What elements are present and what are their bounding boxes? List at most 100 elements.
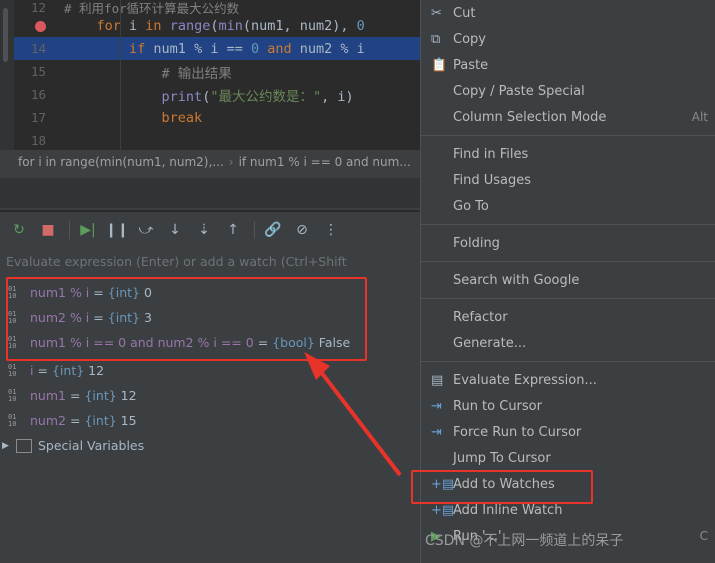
- menu-item-copy[interactable]: ⧉ Copy: [421, 26, 715, 52]
- menu-item-cut[interactable]: ✂ Cut: [421, 0, 715, 26]
- menu-item-find-in-files[interactable]: Find in Files: [421, 141, 715, 167]
- code-comment-line: # 利用for循环计算最大公约数: [64, 0, 240, 15]
- evaluate-placeholder: Evaluate expression (Enter) or add a wat…: [6, 253, 347, 269]
- variable-value: 12: [88, 363, 105, 378]
- variable-name: num2 % i: [30, 310, 90, 325]
- variable-type: {int}: [107, 285, 140, 300]
- local-variable-icon: 01 10: [8, 387, 17, 403]
- menu-item-label: Find Usages: [453, 172, 532, 188]
- menu-item-go-to[interactable]: Go To: [421, 193, 715, 219]
- code-line-breakpoint[interactable]: for i in range(min(num1, num2), 0: [0, 14, 420, 37]
- variables-panel[interactable]: 01 10 num1 % i = {int} 0 01 10 num2 % i = …: [0, 274, 420, 563]
- menu-separator: [421, 361, 715, 362]
- watermark: CSDN @不上网一频道上的呆子: [425, 533, 624, 549]
- menu-item-paste[interactable]: 📋 Paste: [421, 52, 715, 78]
- editor-scrollbar-track[interactable]: [0, 0, 14, 150]
- menu-item-generate[interactable]: Generate...: [421, 330, 715, 356]
- more-options-icon[interactable]: ⋮: [318, 217, 344, 243]
- code-text: # 输出结果: [161, 65, 232, 82]
- variable-type: {int}: [107, 310, 140, 325]
- breadcrumb-item-2[interactable]: if num1 % i == 0 and num...: [239, 155, 411, 169]
- code-editor[interactable]: 12 # 利用for循环计算最大公约数 for i in range(min(n…: [0, 0, 420, 150]
- special-variables-row[interactable]: ▶ Special Variables: [0, 433, 420, 458]
- force-run-to-cursor-icon: ⇥: [431, 424, 442, 440]
- variable-type: {int}: [84, 388, 117, 403]
- menu-item-add-to-watches[interactable]: +▤ Add to Watches: [421, 471, 715, 497]
- menu-item-add-inline-watch[interactable]: +▤ Add Inline Watch: [421, 497, 715, 523]
- step-out-icon[interactable]: ↑: [220, 217, 246, 243]
- breadcrumb[interactable]: for i in range(min(num1, num2),... › if …: [0, 150, 420, 174]
- menu-item-label: Refactor: [453, 309, 508, 325]
- mute-breakpoints-icon[interactable]: ⊘: [289, 217, 315, 243]
- menu-item-label: Jump To Cursor: [453, 450, 551, 466]
- step-over-icon[interactable]: ⤻: [133, 217, 159, 243]
- code-text: print("最大公约数是：", i): [161, 88, 354, 105]
- breakpoint-icon[interactable]: [35, 21, 46, 32]
- equals-sign: =: [37, 363, 48, 378]
- watch-row[interactable]: 01 10 num1 % i == 0 and num2 % i == 0 = {…: [0, 330, 420, 355]
- menu-item-force-run-to-cursor[interactable]: ⇥ Force Run to Cursor: [421, 419, 715, 445]
- menu-item-label: Column Selection Mode: [453, 109, 607, 125]
- menu-item-find-usages[interactable]: Find Usages: [421, 167, 715, 193]
- evaluate-icon: ▤: [431, 372, 444, 388]
- code-line[interactable]: 15 # 输出结果: [0, 60, 420, 83]
- variable-type: {bool}: [272, 335, 315, 350]
- step-into-icon[interactable]: ↓: [162, 217, 188, 243]
- local-variable-icon: 01 10: [8, 412, 17, 428]
- menu-item-label: Go To: [453, 198, 489, 214]
- equals-sign: =: [93, 285, 104, 300]
- stop-icon[interactable]: ■: [35, 217, 61, 243]
- menu-item-search-with-google[interactable]: Search with Google: [421, 267, 715, 293]
- menu-item-evaluate-expression[interactable]: ▤ Evaluate Expression...: [421, 367, 715, 393]
- menu-item-label: Run to Cursor: [453, 398, 542, 414]
- menu-item-folding[interactable]: Folding: [421, 230, 715, 256]
- chevron-right-icon[interactable]: ▶: [2, 441, 14, 451]
- variable-name: num2: [30, 413, 66, 428]
- menu-item-label: Copy / Paste Special: [453, 83, 585, 99]
- code-line[interactable]: 17 break: [0, 106, 420, 129]
- code-text: break: [161, 109, 203, 126]
- rerun-icon[interactable]: ↻: [6, 217, 32, 243]
- code-line[interactable]: 16 print("最大公约数是：", i): [0, 83, 420, 106]
- variable-row[interactable]: 01 10 num1 = {int} 12: [0, 383, 420, 408]
- menu-separator: [421, 135, 715, 136]
- variable-type: {int}: [51, 363, 85, 378]
- menu-item-column-selection-mode[interactable]: Column Selection Mode Alt: [421, 104, 715, 130]
- resume-icon[interactable]: ▶|: [75, 217, 101, 243]
- link-icon[interactable]: 🔗: [260, 217, 286, 243]
- menu-item-jump-to-cursor[interactable]: Jump To Cursor: [421, 445, 715, 471]
- menu-item-copy-paste-special[interactable]: Copy / Paste Special: [421, 78, 715, 104]
- variable-name: num1 % i == 0 and num2 % i == 0: [30, 335, 254, 350]
- watch-variable-icon: 01 10: [8, 334, 17, 350]
- editor-scrollbar-thumb[interactable]: [3, 8, 8, 62]
- menu-item-label: Folding: [453, 235, 500, 251]
- debugger-toolbar[interactable]: ↻ ■ ▶| ❙❙ ⤻ ↓ ⇣ ↑ 🔗 ⊘ ⋮: [0, 212, 420, 248]
- variable-row[interactable]: 01 10 num2 = {int} 15: [0, 408, 420, 433]
- menu-item-label: Evaluate Expression...: [453, 372, 597, 388]
- add-inline-watch-icon: +▤: [431, 502, 455, 518]
- pause-icon[interactable]: ❙❙: [104, 217, 130, 243]
- variable-value: 3: [143, 310, 152, 325]
- variable-value: 0: [143, 285, 152, 300]
- toolbar-separator: [254, 221, 255, 239]
- watch-row[interactable]: 01 10 num1 % i = {int} 0: [0, 280, 420, 305]
- variable-name: i: [30, 363, 34, 378]
- breadcrumb-item-1[interactable]: for i in range(min(num1, num2),...: [18, 155, 224, 169]
- watch-variable-icon: 01 10: [8, 284, 17, 300]
- menu-item-refactor[interactable]: Refactor: [421, 304, 715, 330]
- menu-item-label: Search with Google: [453, 272, 580, 288]
- watch-row[interactable]: 01 10 num2 % i = {int} 3: [0, 305, 420, 330]
- code-line-current[interactable]: 14 if num1 % i == 0 and num2 % i: [0, 37, 420, 60]
- variable-value: 15: [120, 413, 137, 428]
- evaluate-expression-input[interactable]: Evaluate expression (Enter) or add a wat…: [0, 248, 420, 274]
- code-line[interactable]: 18: [0, 129, 420, 150]
- watch-variable-icon: 01 10: [8, 309, 17, 325]
- variable-row[interactable]: 01 10 i = {int} 12: [0, 358, 420, 383]
- force-step-into-icon[interactable]: ⇣: [191, 217, 217, 243]
- variable-name: num1: [30, 388, 66, 403]
- menu-item-run-to-cursor[interactable]: ⇥ Run to Cursor: [421, 393, 715, 419]
- context-menu[interactable]: ✂ Cut ⧉ Copy 📋 Paste Copy / Paste Specia…: [420, 0, 715, 563]
- copy-icon: ⧉: [431, 31, 441, 47]
- code-text: for i in range(min(num1, num2), 0: [96, 17, 365, 34]
- variable-type: {int}: [84, 413, 117, 428]
